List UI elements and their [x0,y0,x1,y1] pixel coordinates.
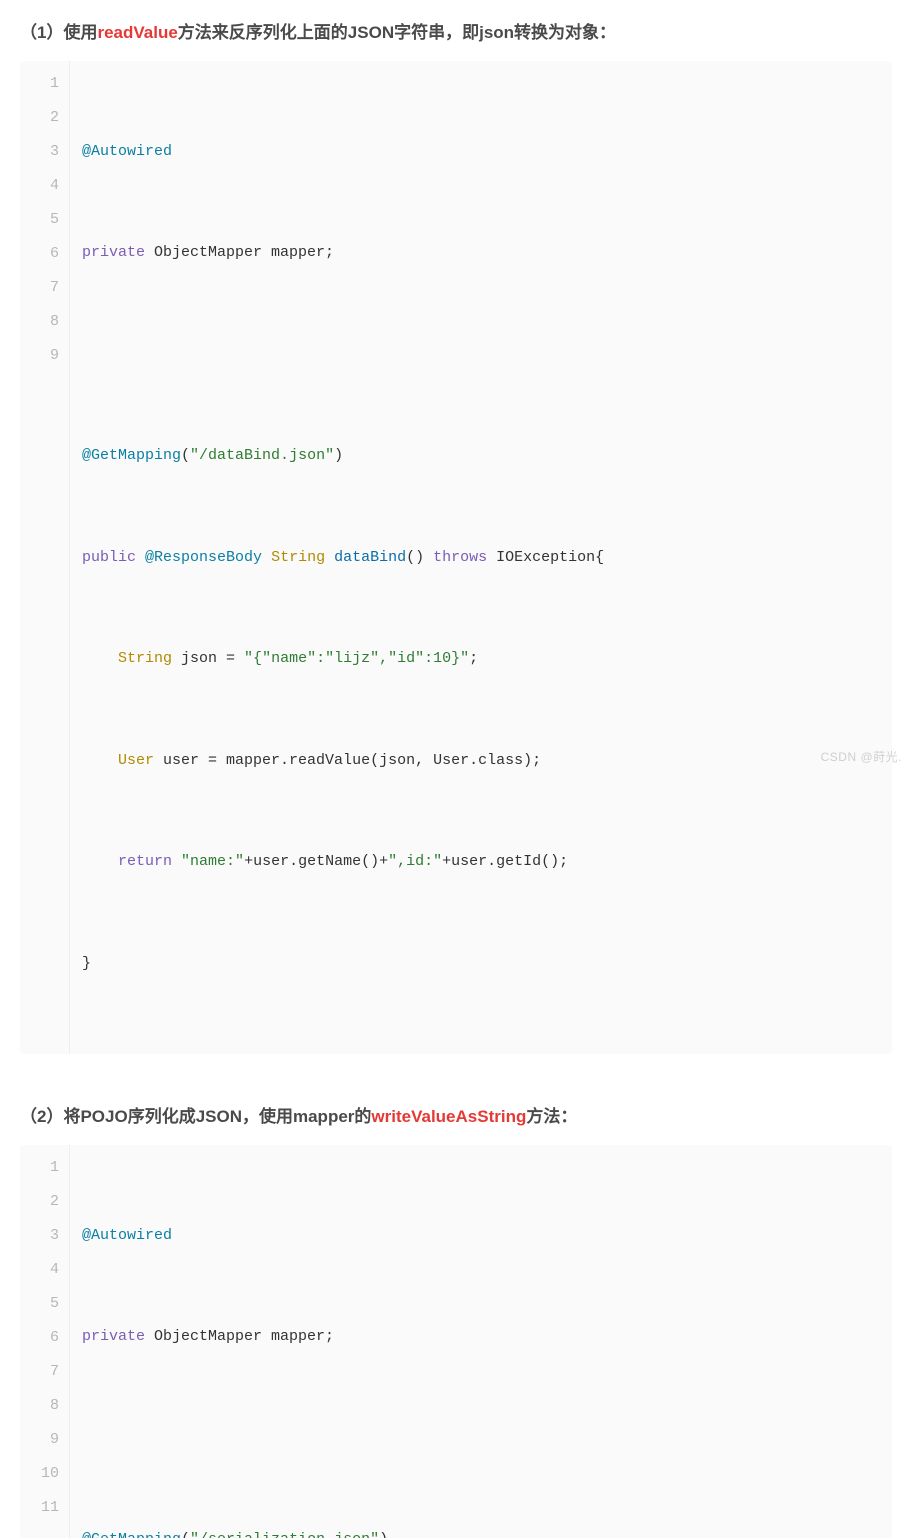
line-number: 2 [26,1185,59,1219]
section-1-heading: （1）使用readValue方法来反序列化上面的JSON字符串，即json转换为… [20,18,892,43]
code-line [82,1422,604,1456]
code-2-area: @Autowired private ObjectMapper mapper; … [70,1145,616,1538]
code-block-1: 123456789 @Autowired private ObjectMappe… [20,61,892,1054]
line-number: 2 [26,101,59,135]
section-2-heading: （2）将POJO序列化成JSON，使用mapper的writeValueAsSt… [20,1102,892,1127]
section-2-highlight: writeValueAsString [371,1107,526,1126]
section-2-prefix: （2）将POJO序列化成JSON，使用mapper的 [20,1107,371,1126]
code-2-gutter: 1234567891011 [20,1145,70,1538]
line-number: 7 [26,1355,59,1389]
code-line: @GetMapping("/serialization.json") [82,1523,604,1538]
line-number: 1 [26,1151,59,1185]
line-number: 4 [26,169,59,203]
code-line: private ObjectMapper mapper; [82,1320,604,1354]
line-number: 9 [26,339,59,373]
line-number: 5 [26,203,59,237]
line-number: 8 [26,305,59,339]
code-line: return "name:"+user.getName()+",id:"+use… [82,845,604,879]
line-number: 6 [26,237,59,271]
line-number: 8 [26,1389,59,1423]
line-number: 5 [26,1287,59,1321]
line-number: 4 [26,1253,59,1287]
code-1-gutter: 123456789 [20,61,70,1054]
section-1-prefix: （1）使用 [20,23,97,42]
code-line: User user = mapper.readValue(json, User.… [82,744,604,778]
section-1-highlight: readValue [97,23,177,42]
code-line: String json = "{"name":"lijz","id":10}"; [82,642,604,676]
watermark: CSDN @莳光. [821,748,902,765]
line-number: 11 [26,1491,59,1525]
code-line: @GetMapping("/dataBind.json") [82,439,604,473]
code-block-2: 1234567891011 @Autowired private ObjectM… [20,1145,892,1538]
line-number: 1 [26,67,59,101]
code-line: private ObjectMapper mapper; [82,236,604,270]
code-line: } [82,947,604,981]
code-line: @Autowired [82,1219,604,1253]
section-2-suffix: 方法： [526,1107,577,1126]
line-number: 9 [26,1423,59,1457]
line-number: 6 [26,1321,59,1355]
line-number: 10 [26,1457,59,1491]
code-line: public @ResponseBody String dataBind() t… [82,541,604,575]
line-number: 3 [26,135,59,169]
code-line [82,338,604,372]
code-1-area: @Autowired private ObjectMapper mapper; … [70,61,616,1054]
line-number: 7 [26,271,59,305]
code-line: @Autowired [82,135,604,169]
line-number: 3 [26,1219,59,1253]
section-1-suffix: 方法来反序列化上面的JSON字符串，即json转换为对象： [178,23,616,42]
